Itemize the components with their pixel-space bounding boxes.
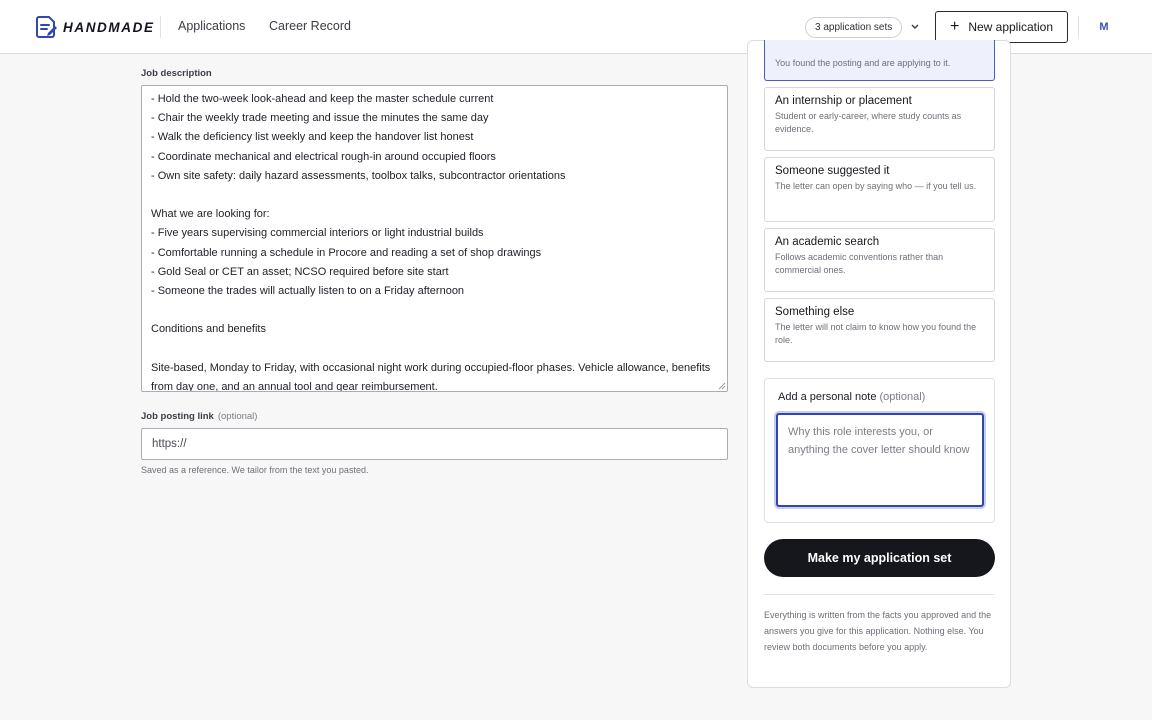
- nav-applications[interactable]: Applications: [178, 19, 245, 33]
- option-desc: Student or early-career, where study cou…: [775, 111, 962, 134]
- header-divider-right: [1078, 16, 1079, 38]
- make-application-set-button[interactable]: Make my application set: [764, 539, 995, 577]
- job-posting-link-label-text: Job posting link: [141, 411, 214, 422]
- option-card-applying[interactable]: You found the posting and are applying t…: [764, 40, 995, 81]
- new-application-button[interactable]: + New application: [935, 11, 1068, 43]
- option-title: Something else: [775, 306, 855, 318]
- chevron-down-icon[interactable]: [909, 20, 921, 34]
- application-sets-pill[interactable]: 3 application sets: [805, 17, 903, 38]
- option-desc: The letter will not claim to know how yo…: [775, 322, 977, 345]
- personal-note-card: Add a personal note (optional) Why this r…: [764, 378, 995, 523]
- logo[interactable]: HANDMADE: [34, 13, 155, 41]
- panel-divider: [764, 594, 995, 595]
- personal-note-textarea[interactable]: Why this role interests you, or anything…: [776, 413, 984, 507]
- job-posting-link-input[interactable]: https://: [141, 428, 728, 460]
- option-card-something-else[interactable]: Something else The letter will not claim…: [764, 298, 995, 362]
- job-description-text[interactable]: - Hold the two-week look-ahead and keep …: [142, 86, 727, 391]
- option-desc: Follows academic conventions rather than…: [775, 252, 944, 275]
- option-desc: You found the posting and are applying t…: [775, 58, 951, 68]
- option-card-academic[interactable]: An academic search Follows academic conv…: [764, 228, 995, 292]
- personal-note-label-text: Add a personal note: [778, 391, 877, 403]
- option-card-suggested[interactable]: Someone suggested it The letter can open…: [764, 157, 995, 222]
- logo-text: HANDMADE: [63, 19, 155, 35]
- job-posting-link-label: Job posting link (optional): [141, 411, 257, 422]
- option-desc: The letter can open by saying who — if y…: [775, 181, 977, 191]
- personal-note-label: Add a personal note (optional): [778, 391, 925, 403]
- optional-tag: (optional): [217, 411, 258, 422]
- optional-tag: (optional): [879, 391, 926, 403]
- resize-grip-icon[interactable]: [718, 382, 726, 390]
- footer-note: Everything is written from the facts you…: [764, 610, 992, 652]
- job-description-label-text: Job description: [141, 68, 212, 79]
- job-description-textarea[interactable]: - Hold the two-week look-ahead and keep …: [141, 85, 728, 392]
- option-title: Someone suggested it: [775, 165, 890, 177]
- logo-icon: [36, 16, 57, 38]
- option-title: An academic search: [775, 236, 880, 248]
- header-divider: [160, 16, 161, 38]
- option-card-internship[interactable]: An internship or placement Student or ea…: [764, 87, 995, 151]
- job-description-label: Job description: [141, 68, 212, 79]
- avatar[interactable]: M: [1092, 15, 1116, 39]
- nav-career-record[interactable]: Career Record: [269, 19, 351, 33]
- plus-icon: +: [949, 18, 960, 35]
- option-title: An internship or placement: [775, 95, 912, 107]
- posting-link-help: Saved as a reference. We tailor from the…: [141, 465, 369, 475]
- new-application-label: New application: [968, 20, 1054, 34]
